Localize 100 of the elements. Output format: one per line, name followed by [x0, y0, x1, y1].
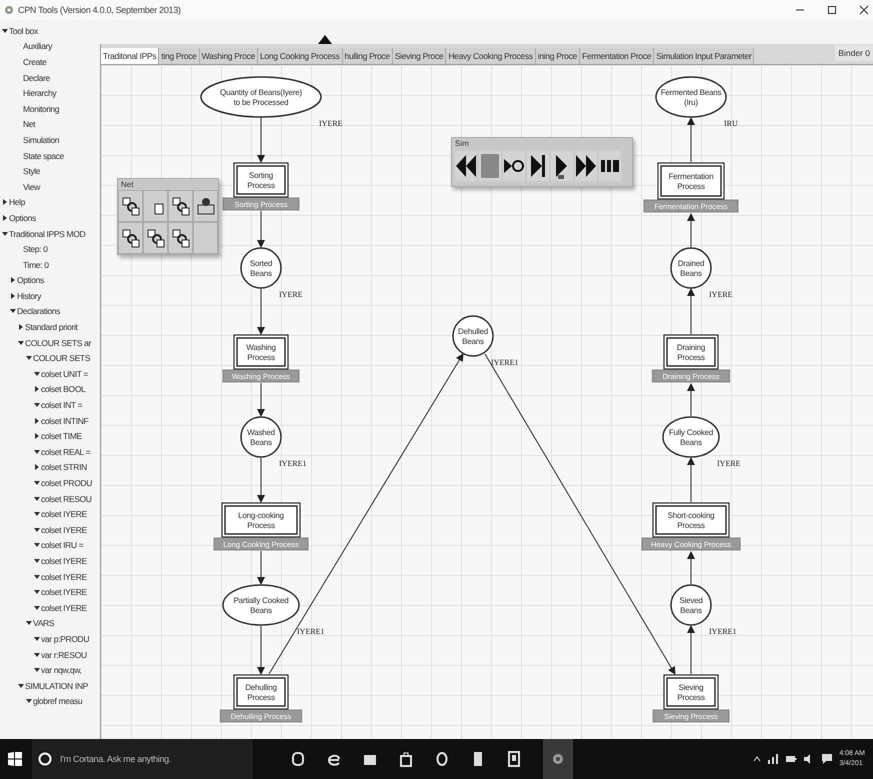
tree-item[interactable]: Style — [23, 166, 40, 176]
page-tab[interactable]: hulling Proce — [342, 48, 393, 64]
step-forward-icon[interactable] — [527, 151, 549, 181]
tree-item[interactable]: colset IYERE — [41, 587, 87, 598]
collapsed-arrow-icon[interactable] — [34, 418, 40, 424]
tree-item[interactable]: var r:RESOU — [41, 650, 87, 660]
page-tab[interactable]: Fermentation Proce — [580, 48, 654, 64]
search-field[interactable]: I'm Cortana. Ask me anything. — [32, 739, 253, 779]
transition-node[interactable]: Fermentation Process — [657, 162, 725, 200]
expanded-arrow-icon[interactable] — [10, 308, 16, 314]
notes-icon[interactable] — [507, 751, 521, 767]
tree-item[interactable]: colset UNIT = — [41, 368, 88, 379]
expanded-arrow-icon[interactable] — [34, 558, 40, 564]
collapsed-arrow-icon[interactable] — [34, 464, 40, 470]
tree-item[interactable]: Net — [23, 119, 36, 130]
place-node[interactable]: Fermented Beans (Iru) — [655, 76, 727, 118]
place-node[interactable]: Washed Beans — [240, 416, 282, 458]
tree-item[interactable]: Step: 0 — [23, 244, 48, 254]
caret-up-icon[interactable] — [753, 755, 762, 763]
net-tool-icon[interactable] — [120, 196, 140, 216]
transition-node[interactable]: Sorting Process — [233, 162, 289, 198]
page-tab[interactable]: Simulation Input Parameter — [654, 48, 754, 64]
place-node[interactable]: Fully Cooked Beans — [662, 416, 720, 458]
transition-node[interactable]: Short-cooking Process — [652, 502, 730, 538]
place-node[interactable]: Quantity of Beans(Iyere) to be Processed — [200, 76, 322, 118]
transition-node[interactable]: Washing Process — [233, 334, 289, 370]
expanded-arrow-icon[interactable] — [18, 340, 24, 346]
tree-item[interactable]: View — [23, 182, 40, 192]
expanded-arrow-icon[interactable] — [34, 496, 40, 502]
close-icon[interactable] — [859, 5, 869, 15]
tree-item[interactable]: Simulation — [23, 134, 60, 145]
net-tool-icon[interactable] — [120, 228, 140, 248]
expanded-arrow-icon[interactable] — [34, 652, 40, 658]
tree-item[interactable]: colset PRODU — [41, 478, 92, 488]
place-node[interactable]: Dehulled Beans — [452, 315, 494, 357]
tree-item[interactable]: colset STRIN — [41, 462, 87, 472]
play-once-icon[interactable] — [503, 151, 525, 181]
tree-item[interactable]: colset IYERE — [41, 602, 87, 613]
tree-item[interactable]: Monitoring — [23, 104, 60, 114]
tree-item[interactable]: colset IYERE — [41, 556, 87, 566]
transition-node[interactable]: Draining Process — [663, 334, 719, 370]
expanded-arrow-icon[interactable] — [2, 230, 8, 237]
collapsed-arrow-icon[interactable] — [34, 433, 40, 440]
tree-item[interactable]: colset IYERE — [41, 509, 87, 520]
expanded-arrow-icon[interactable] — [26, 698, 32, 704]
net-tool-icon[interactable] — [170, 196, 190, 216]
tree-item[interactable]: Hierarchy — [23, 88, 56, 98]
task-view-icon[interactable] — [291, 751, 305, 767]
collapsed-arrow-icon[interactable] — [2, 199, 8, 206]
expanded-arrow-icon[interactable] — [34, 511, 40, 518]
collapsed-arrow-icon[interactable] — [18, 324, 24, 330]
network-icon[interactable] — [767, 754, 780, 764]
tree-item[interactable]: var nqw,qw, — [41, 665, 82, 676]
tree-item[interactable]: SIMULATION INP — [25, 680, 88, 691]
tree-item[interactable]: Options — [9, 212, 36, 223]
expanded-arrow-icon[interactable] — [34, 480, 40, 486]
page-tab[interactable]: Sieving Proce — [392, 48, 446, 64]
expanded-arrow-icon[interactable] — [34, 589, 40, 596]
expanded-arrow-icon[interactable] — [34, 574, 40, 580]
transition-node[interactable]: Long-cooking Process — [221, 502, 301, 538]
tree-item[interactable]: colset REAL = — [41, 446, 90, 457]
tree-item[interactable]: Traditional IPPS MOD — [9, 228, 86, 239]
page-tab[interactable]: Washing Proce — [200, 48, 258, 64]
collapsed-arrow-icon[interactable] — [10, 277, 16, 284]
net-tool-icon[interactable] — [146, 228, 166, 248]
place-node[interactable]: Drained Beans — [670, 247, 712, 289]
tree-item[interactable]: COLOUR SETS ar — [25, 338, 91, 348]
tree-item[interactable]: Declarations — [17, 306, 60, 316]
tree-item[interactable]: Options — [17, 275, 44, 286]
tree-item[interactable]: Auxiliary — [23, 41, 52, 52]
tree-item[interactable]: VARS — [33, 618, 54, 628]
expanded-arrow-icon[interactable] — [34, 370, 40, 377]
fast-forward-icon[interactable] — [575, 151, 597, 181]
tree-item[interactable]: globref measu — [33, 696, 82, 706]
rewind-icon[interactable] — [455, 151, 477, 181]
tree-item[interactable]: colset IYERE — [41, 524, 87, 535]
expanded-arrow-icon[interactable] — [34, 667, 40, 674]
expanded-arrow-icon[interactable] — [34, 448, 40, 455]
page-tab[interactable]: Heavy Cooking Process — [446, 48, 536, 64]
page-tab[interactable]: Long Cooking Process — [258, 48, 343, 64]
binder-tab[interactable]: Binder 0 — [835, 45, 873, 61]
expanded-arrow-icon[interactable] — [18, 682, 24, 689]
expanded-arrow-icon[interactable] — [2, 28, 8, 34]
tree-item[interactable]: Create — [23, 56, 46, 67]
tree-item[interactable]: Standard priorit — [25, 322, 78, 332]
tree-item[interactable]: colset IRU = — [41, 540, 84, 550]
transition-node[interactable]: Dehulling Process — [233, 674, 289, 710]
page-tab[interactable]: ting Proce — [159, 48, 200, 64]
expanded-arrow-icon[interactable] — [34, 542, 40, 548]
net-tool-icon[interactable] — [170, 228, 190, 248]
tree-item[interactable]: colset INT = — [41, 400, 82, 410]
expanded-arrow-icon[interactable] — [34, 604, 40, 611]
expanded-arrow-icon[interactable] — [34, 636, 40, 642]
place-node[interactable]: Sieved Beans — [670, 584, 712, 626]
tree-item[interactable]: Time: 0 — [23, 260, 49, 270]
tree-item[interactable]: var p:PRODU — [41, 634, 90, 644]
tree-item[interactable]: colset IYERE — [41, 572, 87, 582]
page-tab[interactable]: ining Proce — [536, 48, 580, 64]
tree-item[interactable]: History — [17, 290, 41, 301]
tree-item[interactable]: colset TIME — [41, 431, 82, 442]
